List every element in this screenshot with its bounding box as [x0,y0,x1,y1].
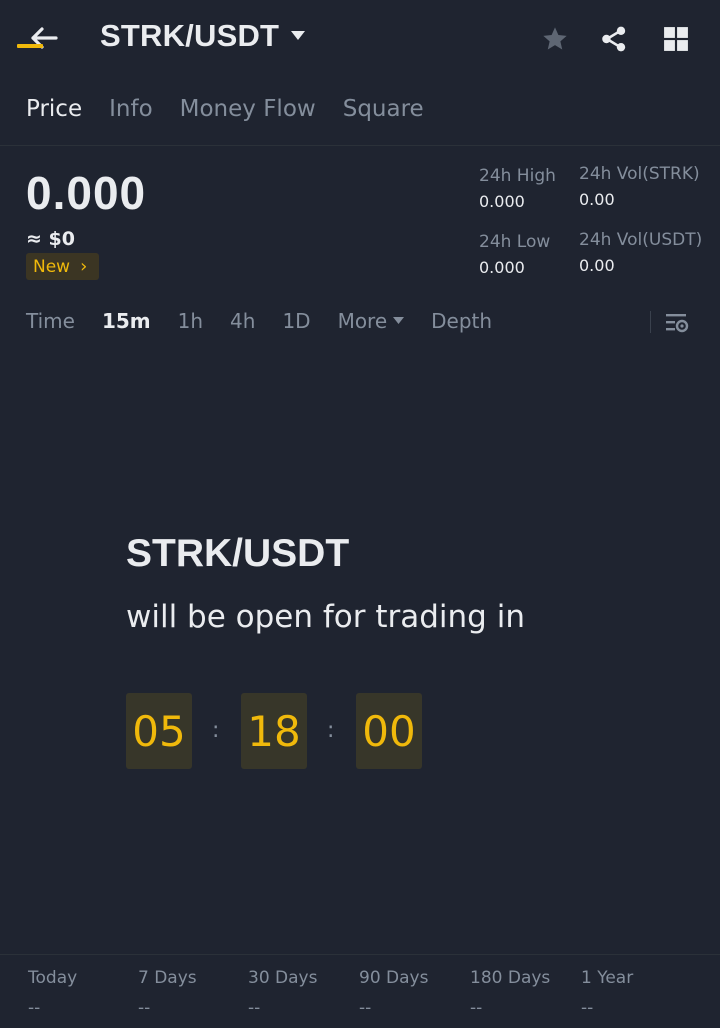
caret-down-icon [291,31,306,40]
tabs-divider [0,145,720,146]
chart-interval-bar: Time 15m 1h 4h 1D More Depth [26,309,519,333]
stat-label: 24h Vol(USDT) [579,230,703,250]
chart-settings-icon [666,314,689,333]
countdown-separator: : [212,718,220,743]
interval-more[interactable]: More [338,309,405,333]
perf-value: -- [470,998,483,1018]
caret-down-icon [393,317,405,324]
perf-value: -- [138,998,151,1018]
countdown-seconds: 00 [356,693,422,769]
perf-value: -- [248,998,261,1018]
stat-24h-low: 24h Low 0.000 [479,232,550,277]
interval-time[interactable]: Time [26,309,75,333]
interval-more-label: More [337,309,388,333]
perf-value: -- [581,998,594,1018]
interval-divider [650,311,651,333]
perf-today: Today -- [28,968,77,1018]
tab-square[interactable]: Square [343,96,424,122]
perf-label: 30 Days [248,968,318,988]
tab-info[interactable]: Info [109,96,153,122]
usd-equivalent: ≈ $0 [26,228,75,250]
perf-1-year: 1 Year -- [581,968,633,1018]
new-listing-badge[interactable]: New › [26,253,100,280]
perf-value: -- [359,998,372,1018]
trading-pair-screen: STRK/USDT Price Info Money Flow Square 0… [0,0,720,1028]
tab-money-flow[interactable]: Money Flow [180,96,316,122]
layout-button[interactable] [659,22,693,56]
chevron-right-icon: › [80,256,88,277]
perf-30-days: 30 Days -- [248,968,317,1018]
share-button[interactable] [597,22,631,56]
section-tabs: Price Info Money Flow Square [26,96,424,122]
star-icon [543,27,567,50]
perf-label: 180 Days [470,968,551,988]
perf-label: 1 Year [581,968,634,988]
grid-icon [664,27,688,51]
badge-label: New [33,256,71,277]
active-tab-indicator [17,44,43,48]
perf-label: 7 Days [138,968,197,988]
perf-label: 90 Days [359,968,429,988]
interval-4h[interactable]: 4h [230,309,255,333]
back-button[interactable] [26,22,62,54]
last-price: 0.000 [26,167,147,219]
interval-1d[interactable]: 1D [282,309,310,333]
interval-depth[interactable]: Depth [431,309,492,333]
perf-value: -- [28,998,41,1018]
perf-90-days: 90 Days -- [359,968,428,1018]
top-header: STRK/USDT [0,0,720,78]
stat-label: 24h Vol(STRK) [579,164,700,184]
stat-value: 0.00 [579,190,615,209]
stat-value: 0.000 [479,258,525,277]
pair-selector[interactable]: STRK/USDT [100,18,306,54]
countdown-separator: : [327,718,335,743]
favorite-button[interactable] [538,22,572,56]
pair-title: STRK/USDT [100,18,280,53]
countdown-hours: 05 [126,693,192,769]
perf-180-days: 180 Days -- [470,968,550,1018]
stat-24h-vol-quote: 24h Vol(USDT) 0.00 [579,230,702,275]
stat-24h-high: 24h High 0.000 [479,166,556,211]
stat-value: 0.00 [579,256,615,275]
countdown-minutes: 18 [241,693,307,769]
stat-value: 0.000 [479,192,525,211]
stat-label: 24h High [479,166,556,186]
interval-15m[interactable]: 15m [102,309,151,333]
performance-divider [0,954,720,955]
perf-label: Today [28,968,78,988]
interval-1h[interactable]: 1h [178,309,203,333]
tab-price[interactable]: Price [26,96,82,122]
countdown-message: will be open for trading in [126,599,525,635]
chart-settings-button[interactable] [664,310,690,336]
stat-label: 24h Low [479,232,551,252]
perf-7-days: 7 Days -- [138,968,197,1018]
countdown-pair-title: STRK/USDT [126,532,350,575]
share-icon [602,26,626,52]
stat-24h-vol-base: 24h Vol(STRK) 0.00 [579,164,700,209]
